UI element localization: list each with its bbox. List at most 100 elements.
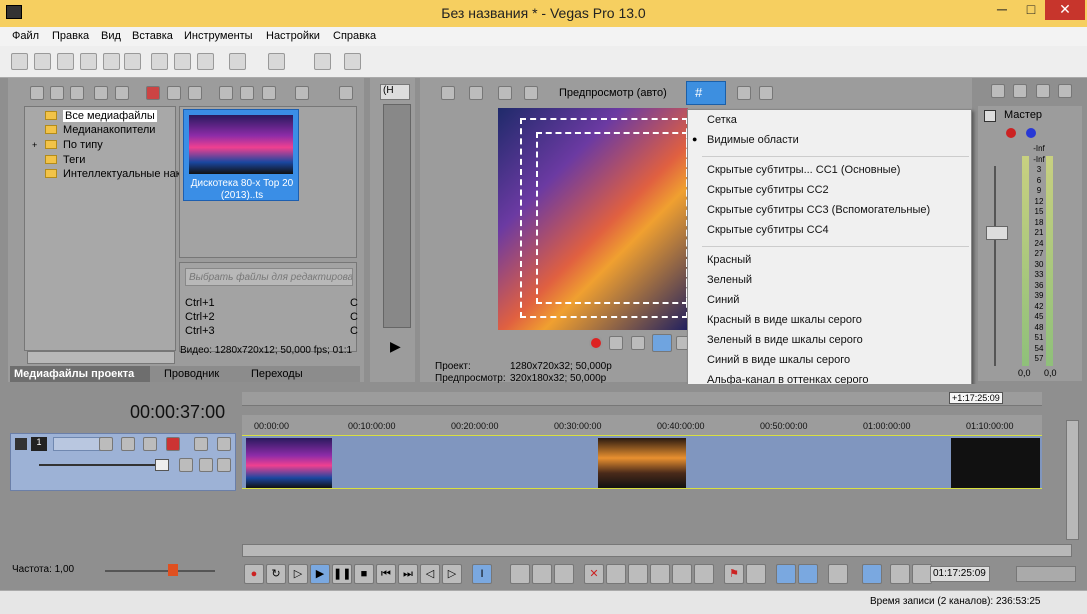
rate-slider[interactable]: [105, 570, 215, 572]
edit-tool-button[interactable]: I: [472, 564, 492, 584]
paste-icon[interactable]: [197, 53, 214, 70]
menu-help[interactable]: Справка: [333, 30, 376, 42]
play-from-start-icon[interactable]: [631, 336, 645, 350]
track-down-icon[interactable]: [199, 458, 213, 472]
loop-icon[interactable]: [609, 336, 623, 350]
tab-transitions[interactable]: Переходы: [251, 368, 303, 380]
video-clip-2[interactable]: [598, 438, 686, 488]
pause-button[interactable]: ❚❚: [332, 564, 352, 584]
properties-icon[interactable]: [124, 53, 141, 70]
composite-icon[interactable]: [143, 437, 157, 451]
open-folder-icon[interactable]: [34, 53, 51, 70]
go-end-button[interactable]: ⏭: [398, 564, 418, 584]
menu-item-safe-areas[interactable]: Видимые области: [707, 134, 799, 146]
preview-play-icon[interactable]: [652, 334, 672, 352]
trim-end-button[interactable]: [650, 564, 670, 584]
selection-tool-button[interactable]: [532, 564, 552, 584]
track-gear-icon[interactable]: [166, 437, 180, 451]
level-slider-thumb[interactable]: [155, 459, 169, 471]
track-envelope-icon[interactable]: [179, 458, 193, 472]
go-start-button[interactable]: ⏮: [376, 564, 396, 584]
minimize-button[interactable]: ─: [988, 0, 1016, 20]
track-header[interactable]: 1: [10, 433, 236, 491]
menu-item-green-grayscale[interactable]: Зеленый в виде шкалы серого: [707, 334, 863, 346]
close-button[interactable]: ✕: [1045, 0, 1085, 20]
trim-start-button[interactable]: [628, 564, 648, 584]
copy-icon[interactable]: [174, 53, 191, 70]
refresh-icon[interactable]: [94, 86, 108, 100]
rate-slider-thumb[interactable]: [168, 564, 178, 576]
menu-edit[interactable]: Правка: [52, 30, 89, 42]
timeline-ruler[interactable]: 00:00:00 00:10:00:00 00:20:00:00 00:30:0…: [242, 415, 1042, 435]
mixer-dim-icon[interactable]: [1036, 84, 1050, 98]
video-clip-3[interactable]: [951, 438, 1040, 488]
save-icon[interactable]: [57, 53, 74, 70]
menu-item-red[interactable]: Красный: [707, 254, 751, 266]
menu-item-blue[interactable]: Синий: [707, 294, 739, 306]
menu-file[interactable]: Файл: [12, 30, 39, 42]
menu-item-green[interactable]: Зеленый: [707, 274, 752, 286]
track-fx-icon[interactable]: [121, 437, 135, 451]
menu-item-blue-grayscale[interactable]: Синий в виде шкалы серого: [707, 354, 850, 366]
delete-button[interactable]: ✕: [584, 564, 604, 584]
tree-item-tags[interactable]: Теги: [63, 154, 85, 166]
menu-item-cc4[interactable]: Скрытые субтитры CC4: [707, 224, 829, 236]
autoplay-icon[interactable]: [262, 86, 276, 100]
render-icon[interactable]: [103, 53, 120, 70]
envelope-tool-button[interactable]: [510, 564, 530, 584]
auto-crossfade-button[interactable]: [798, 564, 818, 584]
record-icon[interactable]: [589, 336, 603, 350]
media-thumbnail-card[interactable]: Дискотека 80-х Top 20 (2013)..ts: [183, 109, 299, 201]
track-expand-icon[interactable]: [15, 438, 27, 450]
tree-item-smart[interactable]: Интеллектуальные нак: [63, 168, 181, 180]
video-clip-1[interactable]: [246, 438, 332, 488]
play-from-start-button[interactable]: ▷: [288, 564, 308, 584]
lock-button[interactable]: [694, 564, 714, 584]
import-icon[interactable]: [50, 86, 64, 100]
marker-button[interactable]: ⚑: [724, 564, 744, 584]
stop-button[interactable]: ■: [354, 564, 374, 584]
tree-item-by-type[interactable]: По типу: [63, 139, 103, 151]
redo-icon[interactable]: [268, 53, 285, 70]
ripple-button[interactable]: [828, 564, 848, 584]
undo-icon[interactable]: [229, 53, 246, 70]
external-monitor-icon[interactable]: [469, 86, 483, 100]
preview-quality-dropdown[interactable]: Предпросмотр (авто): [559, 87, 667, 99]
link-icon[interactable]: [188, 86, 202, 100]
menu-item-cc2[interactable]: Скрытые субтитры CC2: [707, 184, 829, 196]
mixer-downmix-icon[interactable]: [1013, 84, 1027, 98]
timeline-scrollbar[interactable]: [242, 544, 1072, 557]
tab-explorer[interactable]: Проводник: [164, 368, 219, 380]
split-screen-icon[interactable]: [498, 86, 512, 100]
prev-frame-button[interactable]: ◁: [420, 564, 440, 584]
level-slider[interactable]: [39, 464, 159, 466]
trim-button[interactable]: [606, 564, 626, 584]
play-button[interactable]: ▶: [310, 564, 330, 584]
lock-envelopes-button[interactable]: [912, 564, 932, 584]
track-solo-icon[interactable]: [217, 437, 231, 451]
end-time-field[interactable]: 01:17:25:09: [930, 566, 990, 582]
timeline-vscrollbar[interactable]: [1066, 420, 1079, 540]
master-fader[interactable]: [986, 226, 1008, 240]
mixer-props-icon[interactable]: [991, 84, 1005, 98]
next-frame-button[interactable]: ▷: [442, 564, 462, 584]
ignore-grouping-button[interactable]: [890, 564, 910, 584]
mixer-insert-icon[interactable]: [1058, 84, 1072, 98]
menu-view[interactable]: Вид: [101, 30, 121, 42]
track-name-field[interactable]: [53, 437, 105, 451]
length-field[interactable]: [1016, 566, 1076, 582]
delete-icon[interactable]: [146, 86, 160, 100]
fx-bypass-icon[interactable]: [1006, 128, 1016, 138]
overlays-button[interactable]: #: [686, 81, 726, 105]
search-icon[interactable]: [339, 86, 353, 100]
brush-icon[interactable]: [314, 53, 331, 70]
play-icon[interactable]: [219, 86, 233, 100]
video-track[interactable]: [242, 435, 1042, 489]
record-button[interactable]: ●: [244, 564, 264, 584]
track-up-icon[interactable]: [217, 458, 231, 472]
grouping-button[interactable]: [862, 564, 882, 584]
snapping-button[interactable]: [776, 564, 796, 584]
menu-item-cc3[interactable]: Скрытые субтитры CC3 (Вспомогательные): [707, 204, 930, 216]
stop-icon[interactable]: [240, 86, 254, 100]
tab-project-media[interactable]: Медиафайлы проекта: [14, 368, 134, 380]
